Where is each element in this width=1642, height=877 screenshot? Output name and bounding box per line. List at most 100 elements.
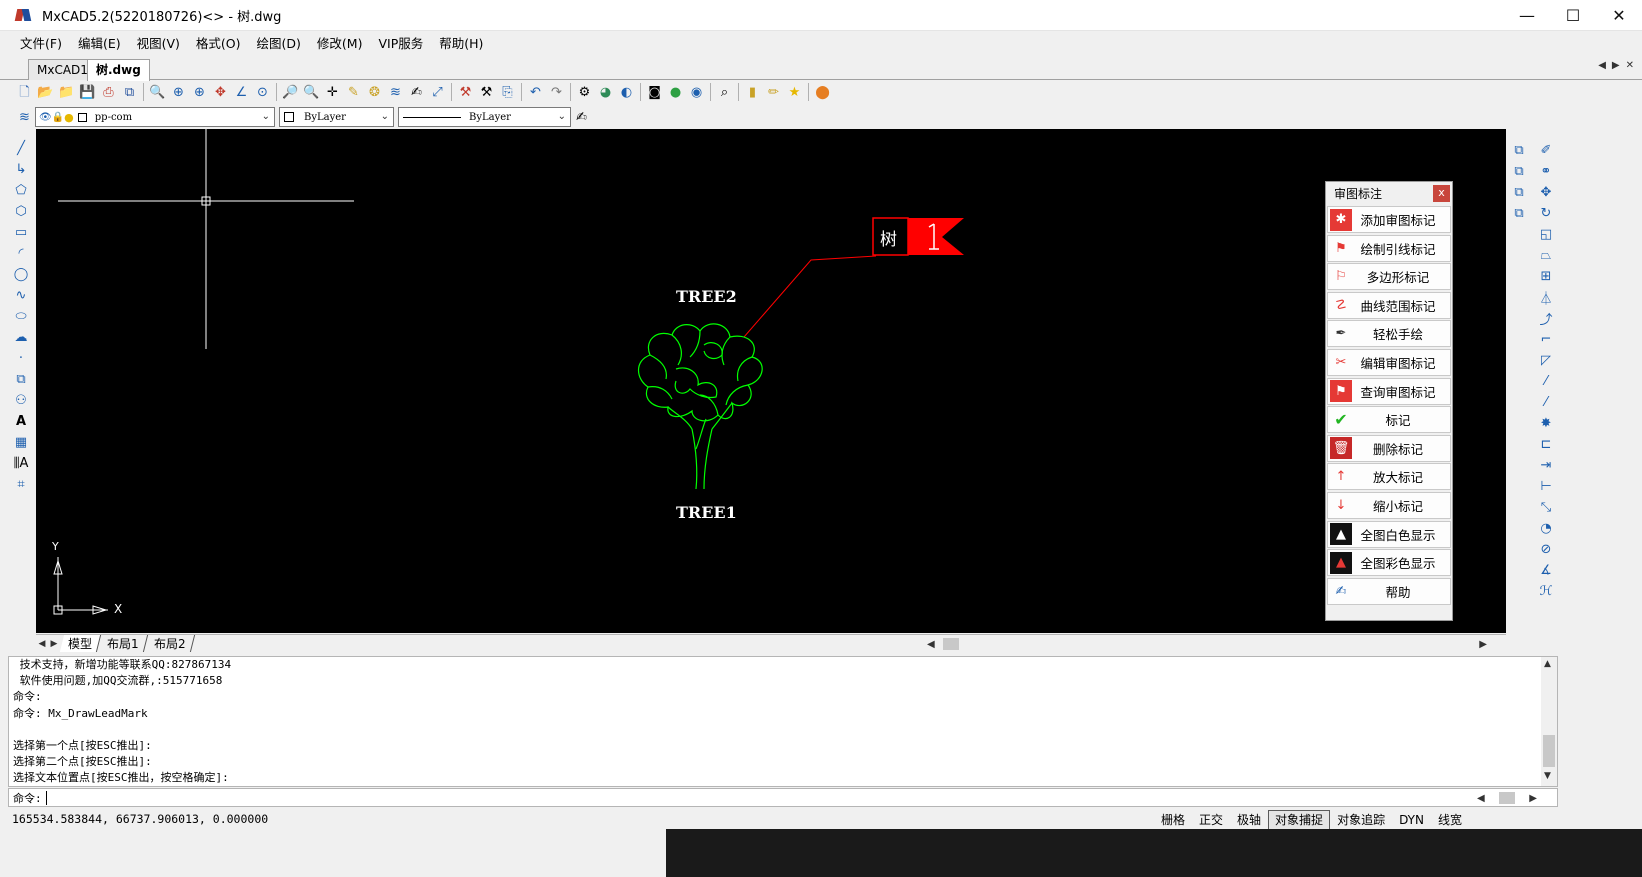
- polar-toggle[interactable]: 极轴: [1230, 810, 1268, 830]
- tab-layout1[interactable]: 布局1: [98, 635, 148, 652]
- linear-dim-icon[interactable]: ⊢: [1535, 476, 1557, 497]
- save-icon[interactable]: 💾: [77, 82, 98, 102]
- tab-model[interactable]: 模型: [59, 635, 102, 652]
- text-icon[interactable]: A: [10, 411, 32, 432]
- scroll-right-icon[interactable]: ▶: [1529, 793, 1537, 804]
- move-icon[interactable]: ✥: [1535, 182, 1557, 203]
- array-icon[interactable]: ⊞: [1535, 266, 1557, 287]
- offset-icon[interactable]: ⏢: [1535, 245, 1557, 266]
- menu-view[interactable]: 视图(V): [129, 33, 188, 55]
- erase-icon[interactable]: ✐: [1535, 140, 1557, 161]
- send-back-icon[interactable]: ⧉: [1508, 182, 1530, 203]
- query-review-mark-button[interactable]: ⚑ 查询审图标记: [1327, 377, 1451, 405]
- edit-review-mark-button[interactable]: ✂ 编辑审图标记: [1327, 348, 1451, 376]
- mirror-icon[interactable]: ⏃: [1535, 287, 1557, 308]
- freehand-button[interactable]: ✒ 轻松手绘: [1327, 320, 1451, 348]
- command-input[interactable]: 命令: ◀ ▶: [8, 788, 1558, 807]
- polygon-mark-button[interactable]: ⚐ 多边形标记: [1327, 263, 1451, 291]
- polyline-icon[interactable]: ↳: [10, 159, 32, 180]
- measure-angle-icon[interactable]: ∠: [231, 82, 252, 102]
- stretch-icon[interactable]: ⤴: [1535, 308, 1557, 329]
- enlarge-mark-button[interactable]: ↑ 放大标记: [1327, 463, 1451, 491]
- diameter-dim-icon[interactable]: ⊘: [1535, 539, 1557, 560]
- copy-icon[interactable]: ⚭: [1535, 161, 1557, 182]
- delete-mark-button[interactable]: 🗑 删除标记: [1327, 434, 1451, 462]
- menu-format[interactable]: 格式(O): [188, 33, 249, 55]
- lineweight-toggle[interactable]: 线宽: [1431, 810, 1469, 830]
- undo-icon[interactable]: ↶: [525, 82, 546, 102]
- minimize-button[interactable]: —: [1504, 0, 1550, 31]
- scroll-left-icon[interactable]: ◀: [927, 639, 935, 650]
- qq-icon[interactable]: ◉: [686, 82, 707, 102]
- menu-vip[interactable]: VIP服务: [370, 33, 431, 55]
- preview-icon[interactable]: ⌕: [714, 82, 735, 102]
- ortho-toggle[interactable]: 正交: [1192, 810, 1230, 830]
- star-icon[interactable]: ★: [784, 82, 805, 102]
- break-icon[interactable]: ⊏: [1535, 434, 1557, 455]
- object-snap-toggle[interactable]: 对象捕捉: [1268, 810, 1331, 830]
- menu-draw[interactable]: 绘图(D): [249, 33, 309, 55]
- tab-layout2[interactable]: 布局2: [145, 635, 195, 652]
- extend-icon[interactable]: ⁄: [1535, 392, 1557, 413]
- rectangle-icon[interactable]: ▭: [10, 222, 32, 243]
- brush-icon[interactable]: ✎: [343, 82, 364, 102]
- polygon-alt-icon[interactable]: ⬡: [10, 201, 32, 222]
- scroll-right-icon[interactable]: ▶: [1479, 639, 1487, 650]
- layer-dropdown[interactable]: 👁 🔒 ● pp-com ⌄: [35, 107, 275, 127]
- dyn-toggle[interactable]: DYN: [1392, 810, 1431, 830]
- chat-icon[interactable]: ●: [665, 82, 686, 102]
- trim-icon[interactable]: ⁄: [1535, 371, 1557, 392]
- layers-icon[interactable]: ≋: [385, 82, 406, 102]
- tab-prev-icon[interactable]: ◀: [1598, 60, 1606, 71]
- menu-file[interactable]: 文件(F): [12, 33, 70, 55]
- vertical-scrollbar[interactable]: ▲ ▼: [1541, 657, 1557, 786]
- menu-edit[interactable]: 编辑(E): [70, 33, 129, 55]
- angular-dim-icon[interactable]: ∡: [1535, 560, 1557, 581]
- render-icon[interactable]: ◕: [595, 82, 616, 102]
- tab-close-icon[interactable]: ✕: [1626, 60, 1634, 71]
- tab-tree-dwg[interactable]: 树.dwg: [87, 59, 150, 81]
- ellipse-icon[interactable]: ⬭: [10, 306, 32, 327]
- pan-icon[interactable]: ✥: [210, 82, 231, 102]
- arc-icon[interactable]: ◜: [10, 243, 32, 264]
- join-icon[interactable]: ⇥: [1535, 455, 1557, 476]
- add-review-mark-button[interactable]: ✱ 添加审图标记: [1327, 206, 1451, 233]
- circle-icon[interactable]: ◯: [10, 264, 32, 285]
- tab-next-icon[interactable]: ▶: [1612, 60, 1620, 71]
- table-icon[interactable]: ⌗: [10, 474, 32, 495]
- zoom-window-icon[interactable]: 🔍: [147, 82, 168, 102]
- close-button[interactable]: ✕: [1596, 0, 1642, 31]
- layer-manager-icon[interactable]: ≋: [14, 107, 35, 127]
- layout-prev-icon[interactable]: ◀: [36, 639, 48, 649]
- white-display-button[interactable]: ▲ 全图白色显示: [1327, 520, 1451, 548]
- insert-block-icon[interactable]: ⧉: [10, 369, 32, 390]
- open-file-icon[interactable]: 📂: [35, 82, 56, 102]
- shrink-mark-button[interactable]: ↓ 缩小标记: [1327, 491, 1451, 519]
- point-icon[interactable]: ·: [10, 348, 32, 369]
- chamfer-icon[interactable]: ◸: [1535, 350, 1557, 371]
- cloud-icon[interactable]: ☁: [10, 327, 32, 348]
- object-track-toggle[interactable]: 对象追踪: [1330, 810, 1392, 830]
- linetype-dropdown[interactable]: ByLayer ⌄: [398, 107, 571, 127]
- mtext-icon[interactable]: ⫼A: [10, 453, 32, 474]
- scroll-thumb[interactable]: [943, 638, 959, 650]
- lineweight-icon[interactable]: ✍: [571, 107, 592, 127]
- tools-icon[interactable]: ⚒: [476, 82, 497, 102]
- explode-icon[interactable]: ✸: [1535, 413, 1557, 434]
- hatch-icon[interactable]: ▦: [10, 432, 32, 453]
- zoom-in-icon[interactable]: ⊕: [189, 82, 210, 102]
- help-button[interactable]: ✍ 帮助: [1327, 577, 1451, 605]
- globe-icon[interactable]: ◐: [616, 82, 637, 102]
- line-icon[interactable]: ╱: [10, 138, 32, 159]
- new-file-icon[interactable]: 🗋: [14, 82, 35, 102]
- leader-dim-icon[interactable]: ℋ: [1535, 581, 1557, 602]
- curve-range-mark-button[interactable]: ☡ 曲线范围标记: [1327, 291, 1451, 319]
- make-block-icon[interactable]: ⚇: [10, 390, 32, 411]
- aligned-dim-icon[interactable]: ⤡: [1535, 497, 1557, 518]
- scroll-thumb[interactable]: [1543, 735, 1555, 767]
- copy-window-icon[interactable]: ⧉: [1508, 140, 1530, 161]
- fillet-icon[interactable]: ⌐: [1535, 329, 1557, 350]
- maximize-button[interactable]: ☐: [1550, 0, 1596, 31]
- export-icon[interactable]: ⎘: [497, 82, 518, 102]
- chart-icon[interactable]: ⤢: [427, 82, 448, 102]
